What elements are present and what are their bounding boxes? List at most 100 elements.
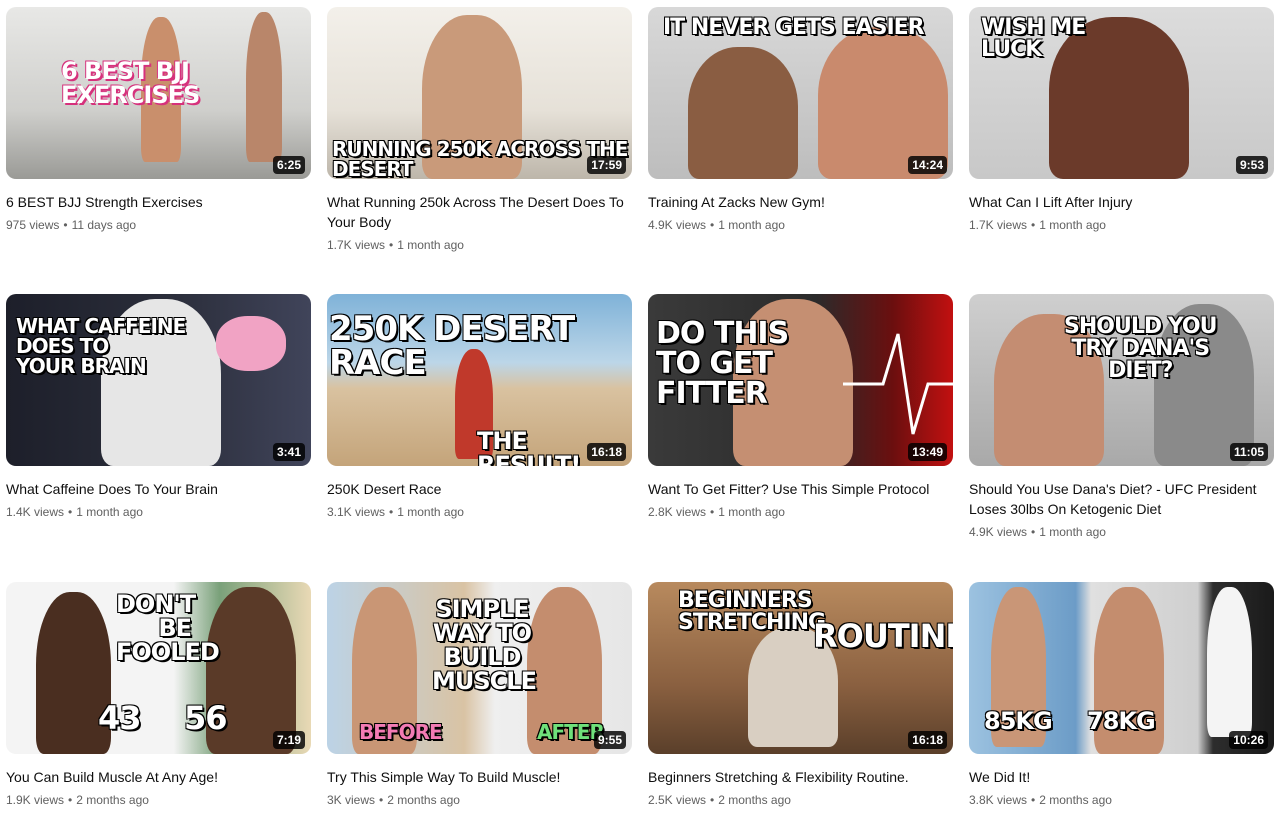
video-grid: 6 BEST BJJ EXERCISES 6:25 6 BEST BJJ Str… (0, 0, 1283, 818)
video-title[interactable]: Should You Use Dana's Diet? - UFC Presid… (969, 479, 1269, 519)
video-thumbnail[interactable]: SIMPLE WAY TO BUILD MUSCLE BEFORE AFTER … (327, 582, 632, 754)
video-thumbnail[interactable]: WHAT CAFFEINE DOES TO YOUR BRAIN 3:41 (6, 294, 311, 466)
video-title[interactable]: 250K Desert Race (327, 479, 627, 499)
video-card[interactable]: IT NEVER GETS EASIER 14:24 Training At Z… (648, 7, 953, 232)
video-title[interactable]: Try This Simple Way To Build Muscle! (327, 767, 627, 787)
view-count: 1.7K views (969, 218, 1028, 232)
view-count: 4.9K views (969, 525, 1028, 539)
thumbnail-overlay-subtext: BEFORE (359, 720, 443, 744)
video-card[interactable]: BEGINNERS STRETCHING ROUTINE 16:18 Begin… (648, 582, 953, 807)
video-thumbnail[interactable]: 85KG 78KG 10:26 (969, 582, 1274, 754)
duration-badge: 16:18 (587, 443, 626, 461)
video-thumbnail[interactable]: WISH ME LUCK 9:53 (969, 7, 1274, 179)
thumbnail-overlay-text: WHAT CAFFEINE DOES TO YOUR BRAIN (16, 314, 186, 378)
video-meta: 2.5K views • 2 months ago (648, 793, 791, 807)
view-count: 3K views (327, 793, 376, 807)
video-thumbnail[interactable]: DON'T BE FOOLED 43 56 7:19 (6, 582, 311, 754)
thumbnail-overlay-text: 250K DESERT RACE (329, 309, 575, 383)
video-title[interactable]: What Can I Lift After Injury (969, 192, 1269, 212)
video-meta: 3K views • 2 months ago (327, 793, 460, 807)
video-card[interactable]: DON'T BE FOOLED 43 56 7:19 You Can Build… (6, 582, 311, 807)
upload-age: 1 month ago (718, 218, 785, 232)
thumbnail-overlay-text: DON'T BE FOOLED (116, 590, 220, 666)
video-title[interactable]: Beginners Stretching & Flexibility Routi… (648, 767, 948, 787)
view-count: 3.8K views (969, 793, 1028, 807)
video-card[interactable]: SHOULD YOU TRY DANA'S DIET? 11:05 Should… (969, 294, 1274, 539)
video-thumbnail[interactable]: RUNNING 250K ACROSS THE DESERT 17:59 (327, 7, 632, 179)
view-count: 2.5K views (648, 793, 707, 807)
video-thumbnail[interactable]: BEGINNERS STRETCHING ROUTINE 16:18 (648, 582, 953, 754)
thumbnail-overlay-subtext: 43 (98, 699, 142, 737)
video-card[interactable]: DO THIS TO GET FITTER 13:49 Want To Get … (648, 294, 953, 519)
heartbeat-icon (843, 333, 953, 435)
upload-age: 1 month ago (1039, 525, 1106, 539)
video-thumbnail[interactable]: SHOULD YOU TRY DANA'S DIET? 11:05 (969, 294, 1274, 466)
thumbnail-overlay-text: WISH ME LUCK (981, 15, 1086, 62)
view-count: 1.9K views (6, 793, 65, 807)
view-count: 975 views (6, 218, 60, 232)
upload-age: 2 months ago (1039, 793, 1112, 807)
thumbnail-overlay-text: IT NEVER GETS EASIER (663, 15, 925, 40)
upload-age: 1 month ago (1039, 218, 1106, 232)
upload-age: 1 month ago (718, 505, 785, 519)
video-meta: 4.9K views • 1 month ago (969, 525, 1106, 539)
video-meta: 975 views • 11 days ago (6, 218, 137, 232)
video-title[interactable]: What Caffeine Does To Your Brain (6, 479, 306, 499)
view-count: 1.7K views (327, 238, 386, 252)
video-thumbnail[interactable]: 6 BEST BJJ EXERCISES 6:25 (6, 7, 311, 179)
thumbnail-overlay-subtext: 78KG (1087, 707, 1156, 735)
video-card[interactable]: RUNNING 250K ACROSS THE DESERT 17:59 Wha… (327, 7, 632, 252)
upload-age: 2 months ago (76, 793, 149, 807)
video-meta: 1.7K views • 1 month ago (327, 238, 464, 252)
duration-badge: 14:24 (908, 156, 947, 174)
video-card[interactable]: 6 BEST BJJ EXERCISES 6:25 6 BEST BJJ Str… (6, 7, 311, 232)
video-meta: 4.9K views • 1 month ago (648, 218, 785, 232)
video-meta: 1.4K views • 1 month ago (6, 505, 143, 519)
thumbnail-overlay-subtext: ROUTINE (813, 617, 953, 655)
thumbnail-person (688, 47, 798, 179)
duration-badge: 9:55 (593, 731, 626, 749)
video-meta: 2.8K views • 1 month ago (648, 505, 785, 519)
video-title[interactable]: We Did It! (969, 767, 1269, 787)
thumbnail-overlay-text: SIMPLE WAY TO BUILD MUSCLE (432, 595, 537, 695)
upload-age: 2 months ago (387, 793, 460, 807)
video-meta: 1.7K views • 1 month ago (969, 218, 1106, 232)
duration-badge: 3:41 (272, 443, 305, 461)
video-title[interactable]: Training At Zacks New Gym! (648, 192, 948, 212)
video-meta: 3.8K views • 2 months ago (969, 793, 1112, 807)
video-card[interactable]: WHAT CAFFEINE DOES TO YOUR BRAIN 3:41 Wh… (6, 294, 311, 519)
video-thumbnail[interactable]: IT NEVER GETS EASIER 14:24 (648, 7, 953, 179)
duration-badge: 16:18 (908, 731, 947, 749)
video-meta: 3.1K views • 1 month ago (327, 505, 464, 519)
upload-age: 1 month ago (76, 505, 143, 519)
video-thumbnail[interactable]: DO THIS TO GET FITTER 13:49 (648, 294, 953, 466)
video-title[interactable]: You Can Build Muscle At Any Age! (6, 767, 306, 787)
view-count: 4.9K views (648, 218, 707, 232)
thumbnail-overlay-text: DO THIS TO GET FITTER (656, 316, 789, 411)
video-card[interactable]: 250K DESERT RACE THE RESULT! 16:18 250K … (327, 294, 632, 519)
thumbnail-overlay-text: SHOULD YOU TRY DANA'S DIET? (1064, 314, 1217, 383)
video-meta: 1.9K views • 2 months ago (6, 793, 149, 807)
video-thumbnail[interactable]: 250K DESERT RACE THE RESULT! 16:18 (327, 294, 632, 466)
duration-badge: 9:53 (1235, 156, 1268, 174)
view-count: 1.4K views (6, 505, 65, 519)
duration-badge: 17:59 (587, 156, 626, 174)
thumbnail-overlay-text: 85KG (984, 707, 1053, 735)
brain-icon (216, 316, 286, 371)
upload-age: 11 days ago (71, 218, 137, 232)
thumbnail-person (1207, 587, 1252, 737)
upload-age: 1 month ago (397, 505, 464, 519)
thumbnail-overlay-text: 6 BEST BJJ EXERCISES (61, 57, 200, 109)
duration-badge: 11:05 (1229, 443, 1268, 461)
video-card[interactable]: 85KG 78KG 10:26 We Did It! 3.8K views • 2 … (969, 582, 1274, 807)
video-title[interactable]: 6 BEST BJJ Strength Exercises (6, 192, 306, 212)
video-title[interactable]: What Running 250k Across The Desert Does… (327, 192, 627, 232)
video-card[interactable]: SIMPLE WAY TO BUILD MUSCLE BEFORE AFTER … (327, 582, 632, 807)
video-title[interactable]: Want To Get Fitter? Use This Simple Prot… (648, 479, 948, 499)
duration-badge: 7:19 (272, 731, 305, 749)
view-count: 3.1K views (327, 505, 386, 519)
video-card[interactable]: WISH ME LUCK 9:53 What Can I Lift After … (969, 7, 1274, 232)
duration-badge: 6:25 (272, 156, 305, 174)
upload-age: 1 month ago (397, 238, 464, 252)
thumbnail-overlay-subtext: 56 (184, 699, 228, 737)
